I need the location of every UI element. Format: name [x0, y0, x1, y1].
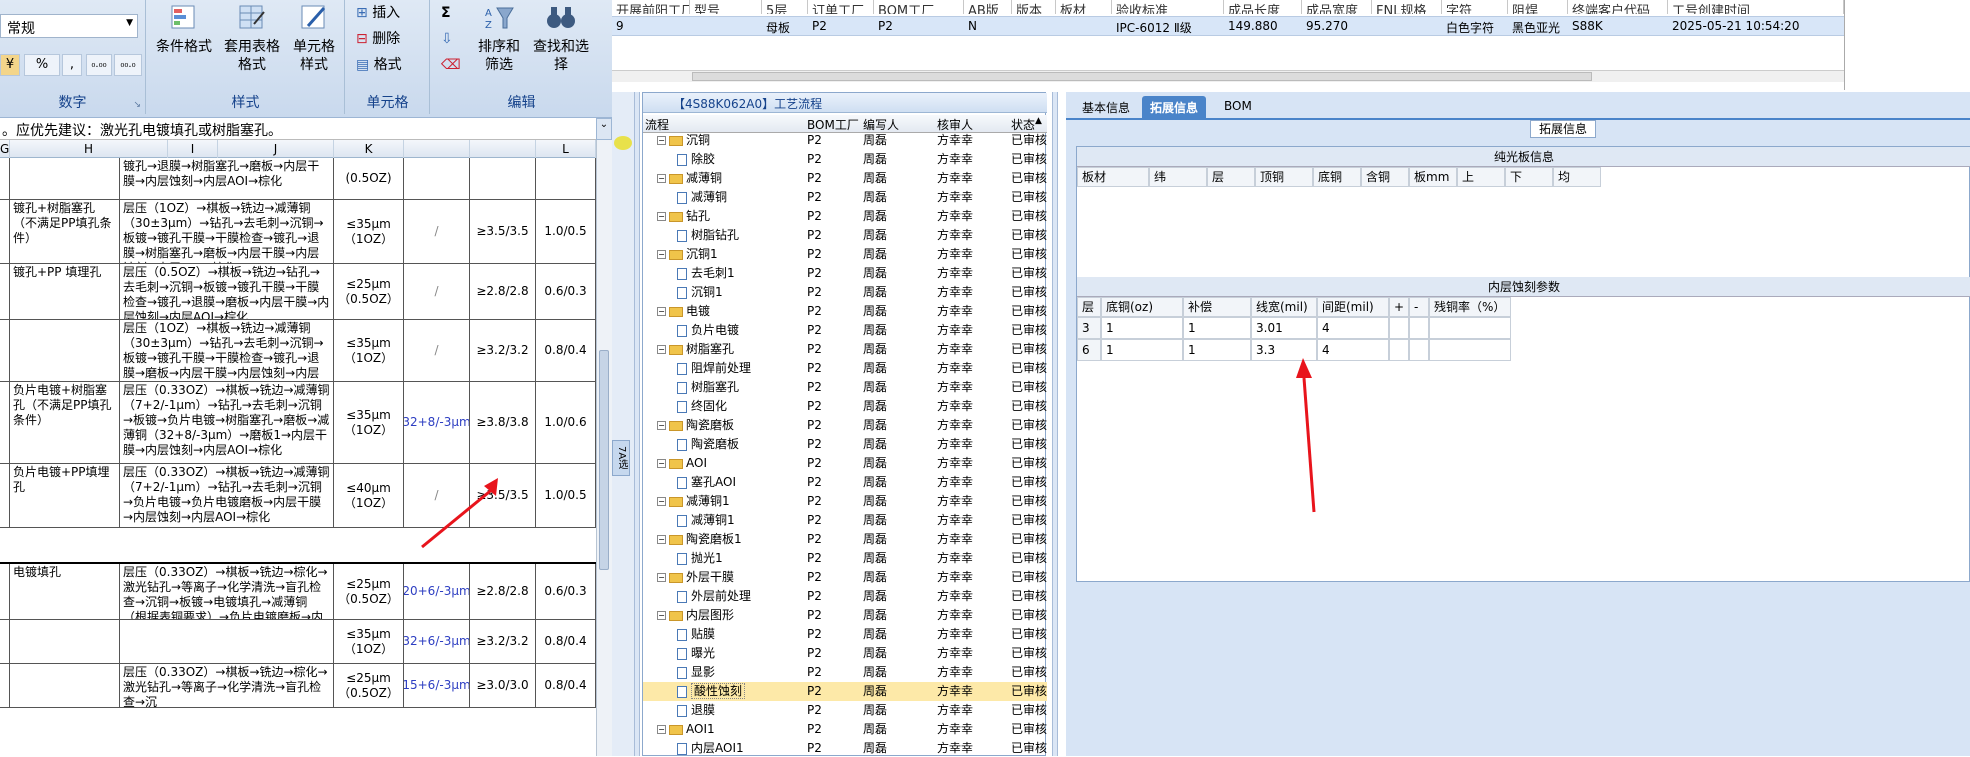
red-arrow-erp: [1302, 377, 1316, 513]
red-arrow-excel: [421, 486, 495, 549]
red-arrow-erp-head: [1296, 358, 1312, 378]
annotation-arrows: [421, 358, 1316, 549]
